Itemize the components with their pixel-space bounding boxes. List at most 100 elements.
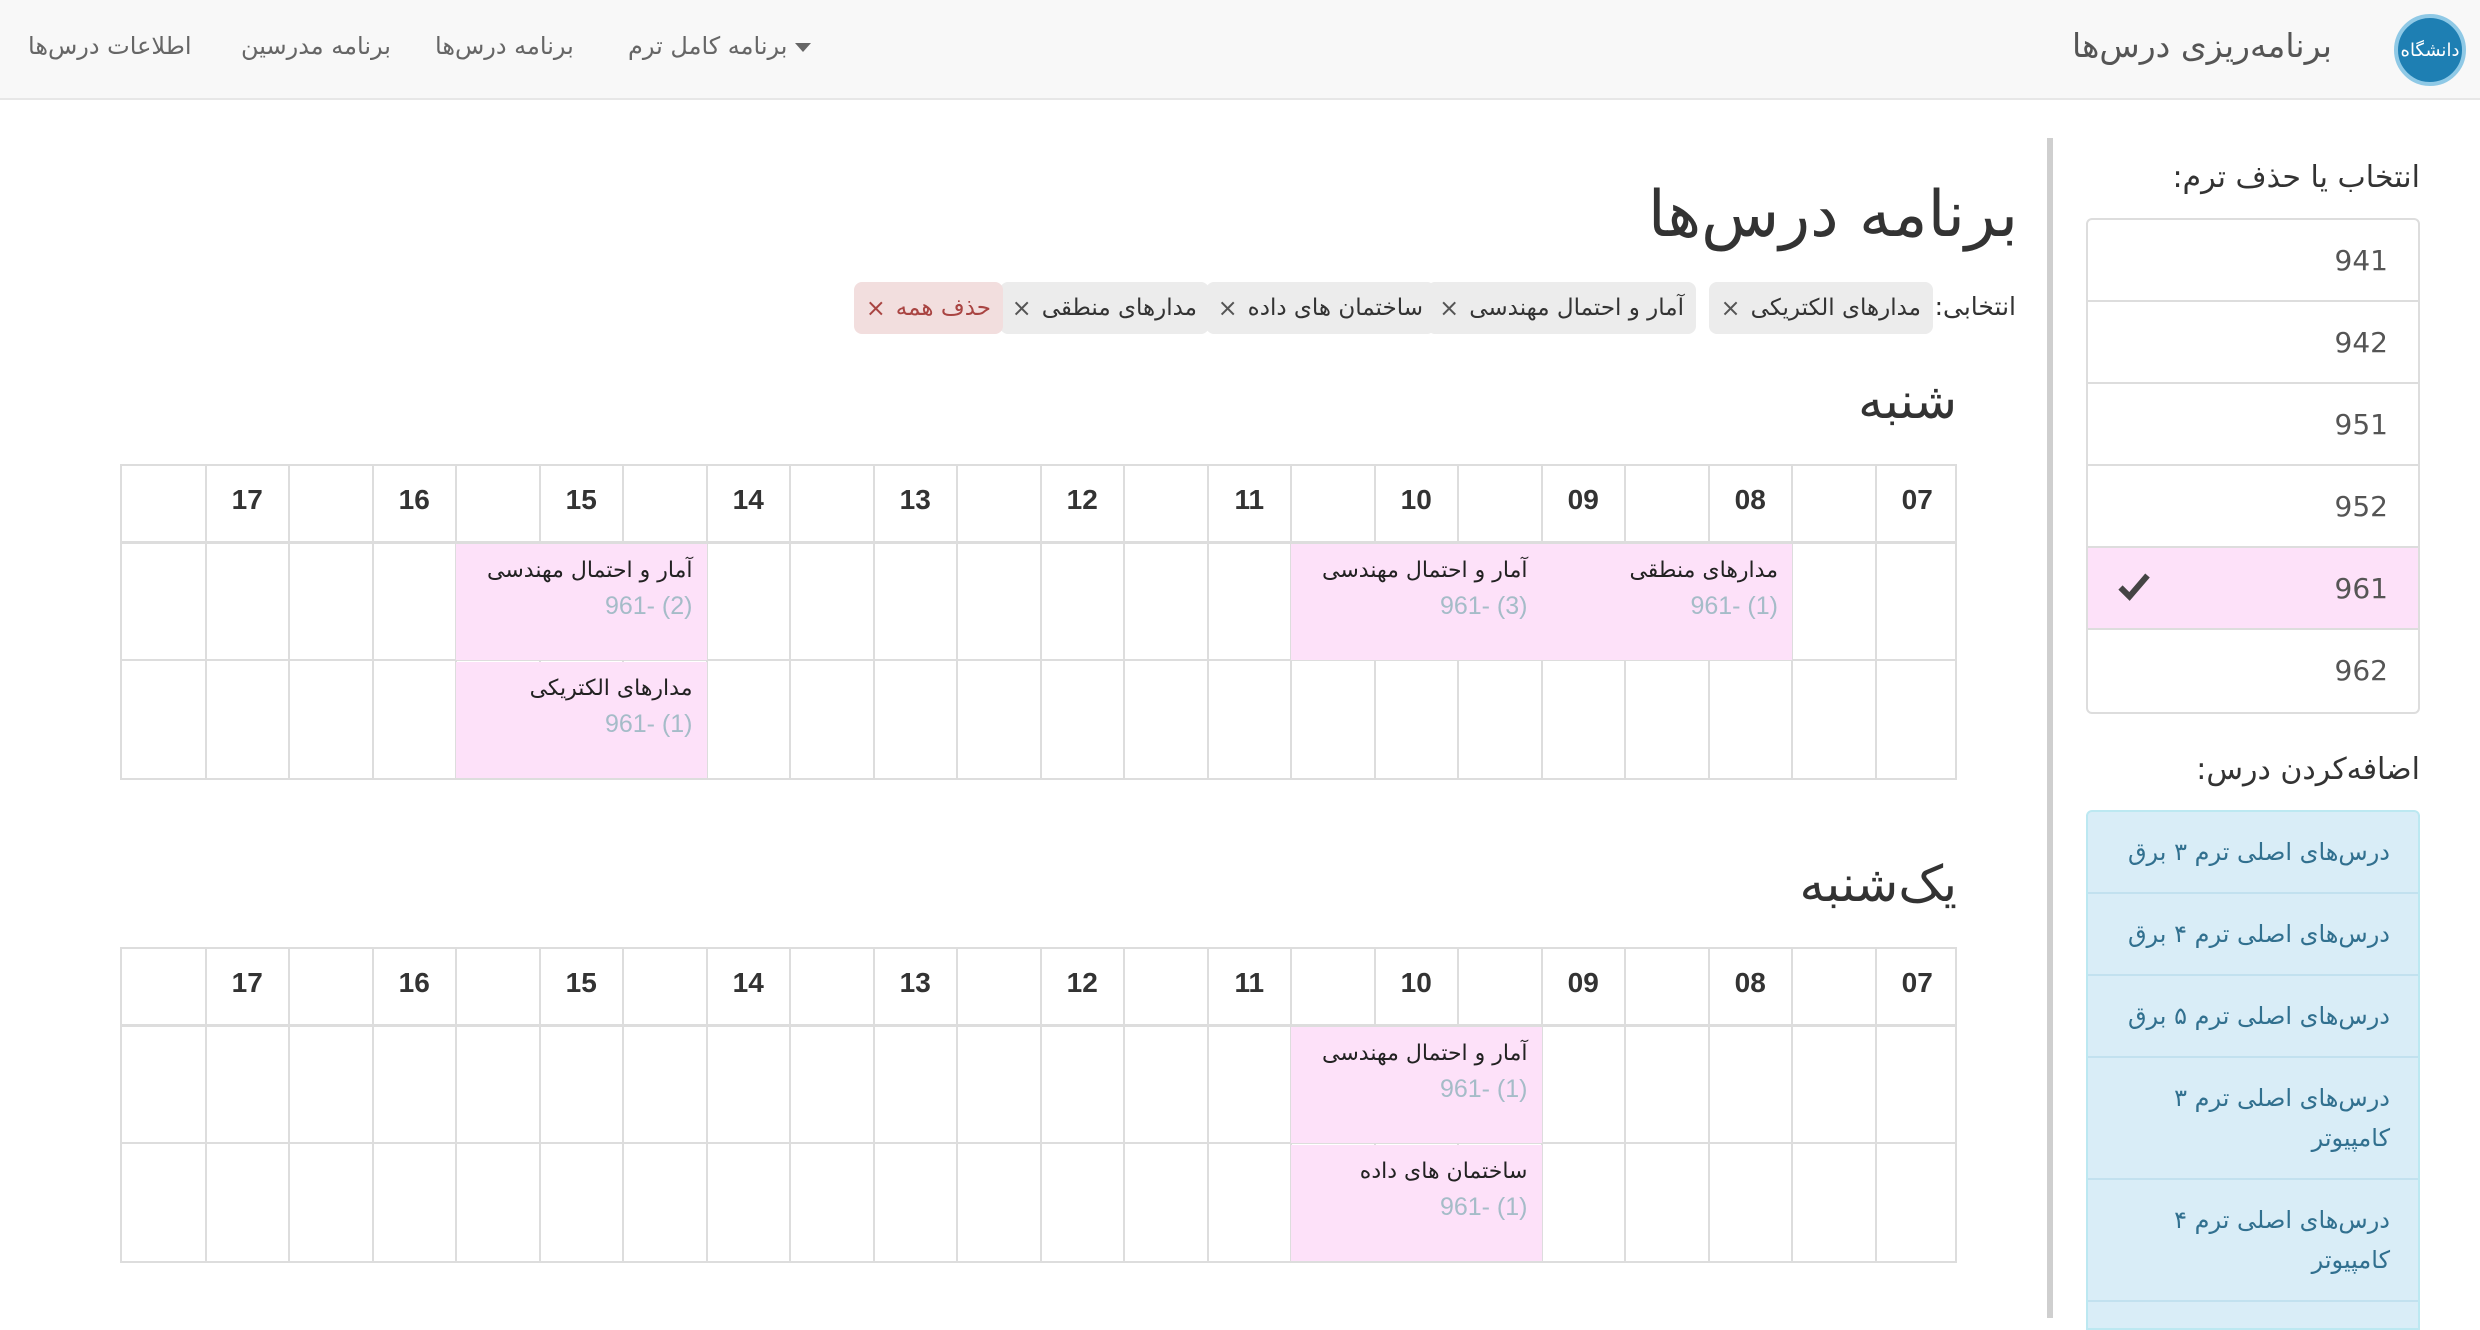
course-slot[interactable]: آمار و احتمال مهندسی 961- (1) [1291, 1027, 1542, 1143]
grid-line [872, 949, 875, 1261]
term-label: 941 [2334, 244, 2388, 277]
grid-line [1039, 949, 1042, 1261]
grid-line [204, 949, 207, 1261]
hour-label: 15 [565, 967, 597, 998]
term-label: 951 [2334, 408, 2388, 441]
term-label: 952 [2334, 490, 2388, 523]
grid-line [872, 466, 875, 778]
course-group-item[interactable]: درس‌های اصلی ترم ۴ برق [2088, 894, 2418, 976]
close-icon[interactable]: × [1721, 294, 1741, 322]
hour-label: 10 [1400, 967, 1432, 998]
grid-line [956, 466, 958, 778]
course-slot-name: آمار و احتمال مهندسی [487, 558, 693, 583]
chip-logic-circuits[interactable]: مدارهای منطقی × [999, 282, 1209, 334]
term-label: 961 [2334, 572, 2388, 605]
term-item[interactable]: 942 [2088, 302, 2418, 384]
page-title: برنامه درس‌ها [1647, 178, 2018, 252]
day-title-sunday: یک‌شنبه [1799, 855, 1957, 913]
course-slot-code: 961- (1) [1439, 1075, 1528, 1103]
hour-label: 09 [1567, 967, 1599, 998]
term-item[interactable]: 962 [2088, 630, 2418, 712]
course-group-item[interactable]: درس‌های اصلی ترم ۳ برق [2088, 812, 2418, 894]
grid-line [538, 949, 541, 1261]
close-icon[interactable]: × [1439, 294, 1459, 322]
grid-line [1707, 949, 1710, 1261]
course-slot-code: 961- (3) [1439, 592, 1528, 620]
course-slot-name: آمار و احتمال مهندسی [1322, 1041, 1528, 1066]
grid-line [288, 949, 290, 1261]
term-item[interactable]: 941 [2088, 220, 2418, 302]
course-slot-name: ساختمان های داده [1359, 1159, 1528, 1184]
hour-label: 12 [1066, 967, 1098, 998]
hour-label: 17 [231, 484, 263, 515]
hour-label: 08 [1734, 484, 1766, 515]
nav-course-info[interactable]: اطلاعات درس‌ها [28, 32, 192, 60]
schedule-grid-saturday: 07 08 09 10 11 12 13 14 15 16 17 مدارهای منطقی 961- … [120, 464, 1957, 780]
hour-label: 10 [1400, 484, 1432, 515]
course-slot[interactable]: آمار و احتمال مهندسی 961- (3) [1291, 544, 1542, 660]
course-group-item[interactable]: درس‌های اصلی ترم ۳ کامپیوتر [2088, 1058, 2418, 1180]
course-slot-code: 961- (1) [1690, 592, 1778, 620]
term-label: 962 [2334, 654, 2388, 687]
grid-line [288, 466, 290, 778]
hour-label: 08 [1734, 967, 1766, 998]
hour-label: 15 [565, 484, 597, 515]
course-slot-name: آمار و احتمال مهندسی [1322, 558, 1528, 583]
course-group-list: درس‌های اصلی ترم ۳ برق درس‌های اصلی ترم ۴… [2086, 810, 2420, 1330]
grid-line [1206, 949, 1209, 1261]
hour-label: 13 [899, 967, 931, 998]
add-course-heading: اضافه‌کردن درس: [2196, 752, 2420, 787]
term-item[interactable]: 961 [2088, 548, 2418, 630]
course-group-item[interactable]: درس‌های اصلی ترم ۵ برق [2088, 976, 2418, 1058]
course-slot[interactable]: ساختمان های داده 961- (1) [1291, 1145, 1542, 1261]
grid-line [789, 949, 791, 1261]
caret-down-icon [795, 42, 812, 52]
hour-label: 16 [398, 484, 430, 515]
course-slot-code: 961- (1) [1439, 1193, 1528, 1221]
chip-probability-statistics[interactable]: آمار و احتمال مهندسی × [1427, 282, 1696, 334]
university-logo-icon[interactable]: دانشگاه [2394, 14, 2466, 86]
grid-line [956, 949, 958, 1261]
course-slot[interactable]: مدارهای الکتریکی 961- (1) [456, 662, 707, 778]
course-slot-code: 961- (1) [604, 710, 693, 738]
grid-line [789, 466, 791, 778]
close-icon[interactable]: × [1218, 294, 1238, 322]
course-slot-code: 961- (2) [604, 592, 693, 620]
clear-all-button[interactable]: حذف همه × [853, 282, 1003, 334]
grid-line [122, 1142, 1955, 1144]
course-slot-name: مدارهای الکتریکی [529, 676, 693, 701]
term-item[interactable]: 952 [2088, 466, 2418, 548]
hour-label: 07 [1901, 484, 1933, 515]
hour-label: 12 [1066, 484, 1098, 515]
navbar: دانشگاه برنامه‌ریزی درس‌ها برنامه کامل ت… [0, 0, 2480, 100]
sidebar-divider[interactable] [2047, 138, 2053, 1318]
day-title-saturday: شنبه [1858, 372, 1957, 430]
nav-full-term-schedule[interactable]: برنامه کامل ترم [628, 32, 812, 60]
term-item[interactable]: 951 [2088, 384, 2418, 466]
course-slot[interactable]: مدارهای منطقی 961- (1) [1541, 544, 1792, 660]
hour-label: 07 [1901, 967, 1933, 998]
chip-electric-circuits[interactable]: مدارهای الکتریکی × [1708, 282, 1933, 334]
chip-data-structures[interactable]: ساختمان های داده × [1205, 282, 1435, 334]
selected-courses-label: انتخابی: [1934, 292, 2016, 321]
close-icon[interactable]: × [866, 294, 886, 322]
grid-line [1874, 949, 1877, 1261]
course-slot[interactable]: آمار و احتمال مهندسی 961- (2) [456, 544, 707, 660]
grid-line [455, 949, 457, 1261]
hour-label: 11 [1234, 484, 1265, 515]
close-icon[interactable]: × [1012, 294, 1032, 322]
grid-line [705, 949, 708, 1261]
nav-instructor-schedule[interactable]: برنامه مدرسین [241, 32, 391, 60]
schedule-grid-sunday: 07 08 09 10 11 12 13 14 15 16 17 آمار و احتمال مهند… [120, 947, 1957, 1263]
term-select-heading: انتخاب یا حذف ترم: [2172, 160, 2420, 195]
checkmark-icon [2118, 573, 2150, 601]
grid-line [1874, 466, 1877, 778]
brand-title[interactable]: برنامه‌ریزی درس‌ها [2072, 26, 2332, 65]
nav-course-schedule[interactable]: برنامه درس‌ها [435, 32, 574, 60]
hour-label: 16 [398, 967, 430, 998]
grid-line [1123, 949, 1125, 1261]
grid-line [622, 949, 624, 1261]
course-group-item[interactable]: درس‌های اصلی ترم ۴ کامپیوتر [2088, 1180, 2418, 1302]
grid-line [204, 466, 207, 778]
term-label: 942 [2334, 326, 2388, 359]
